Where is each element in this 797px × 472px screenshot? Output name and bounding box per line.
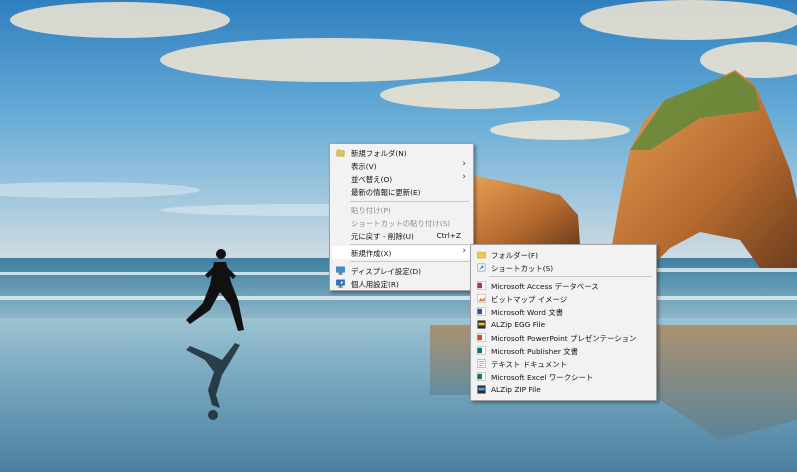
new-folder-icon: [336, 149, 345, 157]
bitmap-icon: [477, 294, 486, 303]
powerpoint-icon: [477, 333, 486, 342]
menu-item-label: 最新の情報に更新(E): [351, 188, 421, 197]
submenu-item-egg-file[interactable]: ALZip EGG File: [473, 318, 654, 331]
menu-item-view[interactable]: 表示(V) ›: [332, 159, 471, 172]
submenu-item-powerpoint[interactable]: Microsoft PowerPoint プレゼンテーション: [473, 331, 654, 344]
submenu-item-label: テキスト ドキュメント: [491, 360, 568, 369]
menu-item-display-settings[interactable]: ディスプレイ設定(D): [332, 264, 471, 277]
menu-item-undo-delete[interactable]: 元に戻す - 削除(U) Ctrl+Z: [332, 229, 471, 242]
display-settings-icon: [336, 266, 345, 275]
menu-separator: [350, 244, 469, 245]
menu-item-paste-shortcut: ショートカットの貼り付け(S): [332, 216, 471, 229]
submenu-item-shortcut[interactable]: ショートカット(S): [473, 261, 654, 274]
submenu-item-bitmap[interactable]: ビットマップ イメージ: [473, 292, 654, 305]
menu-item-label: 新規作成(X): [351, 249, 392, 258]
submenu-item-folder[interactable]: フォルダー(F): [473, 248, 654, 261]
submenu-item-label: Microsoft PowerPoint プレゼンテーション: [491, 334, 637, 343]
access-icon: [477, 281, 486, 290]
new-submenu: フォルダー(F) ショートカット(S) Microsoft Access データ…: [470, 244, 657, 401]
submenu-item-text-document[interactable]: テキスト ドキュメント: [473, 357, 654, 370]
submenu-item-access-database[interactable]: Microsoft Access データベース: [473, 279, 654, 292]
menu-item-label: 表示(V): [351, 162, 377, 171]
excel-icon: [477, 372, 486, 381]
word-icon: [477, 307, 486, 316]
submenu-item-label: フォルダー(F): [491, 251, 538, 260]
personalize-icon: [336, 279, 345, 288]
menu-separator: [489, 276, 652, 277]
menu-item-label: 貼り付け(P): [351, 206, 391, 215]
menu-item-personalize[interactable]: 個人用設定(R): [332, 277, 471, 290]
desktop-context-menu: 新規フォルダ(N) 表示(V) › 並べ替え(O) › 最新の情報に更新(E) …: [329, 143, 474, 291]
submenu-arrow-icon: ›: [462, 159, 466, 169]
submenu-item-label: Microsoft Excel ワークシート: [491, 373, 594, 382]
menu-item-label: ショートカットの貼り付け(S): [351, 219, 451, 228]
menu-item-label: ディスプレイ設定(D): [351, 267, 422, 276]
submenu-item-publisher[interactable]: Microsoft Publisher 文書: [473, 344, 654, 357]
submenu-item-zip-file[interactable]: ALZip ZIP File: [473, 383, 654, 396]
zip-file-icon: [477, 385, 486, 394]
menu-item-new[interactable]: 新規作成(X) ›: [332, 246, 471, 259]
shortcut-label: Ctrl+Z: [436, 231, 461, 240]
menu-item-paste: 貼り付け(P): [332, 203, 471, 216]
text-document-icon: [477, 359, 486, 368]
menu-item-label: 並べ替え(O): [351, 175, 393, 184]
menu-item-new-folder[interactable]: 新規フォルダ(N): [332, 146, 471, 159]
submenu-item-word-document[interactable]: Microsoft Word 文書: [473, 305, 654, 318]
submenu-item-label: ALZip EGG File: [491, 320, 546, 329]
menu-item-refresh[interactable]: 最新の情報に更新(E): [332, 185, 471, 198]
menu-separator: [350, 261, 469, 262]
menu-item-label: 個人用設定(R): [351, 280, 399, 289]
submenu-item-label: ALZip ZIP File: [491, 385, 541, 394]
shortcut-icon: [477, 263, 486, 272]
submenu-item-excel-worksheet[interactable]: Microsoft Excel ワークシート: [473, 370, 654, 383]
publisher-icon: [477, 346, 486, 355]
submenu-item-label: ビットマップ イメージ: [491, 295, 568, 304]
menu-separator: [350, 201, 469, 202]
submenu-item-label: Microsoft Access データベース: [491, 282, 599, 291]
egg-file-icon: [477, 320, 486, 329]
menu-item-sort-by[interactable]: 並べ替え(O) ›: [332, 172, 471, 185]
submenu-item-label: ショートカット(S): [491, 264, 554, 273]
menu-item-label: 新規フォルダ(N): [351, 149, 407, 158]
folder-icon: [477, 251, 486, 259]
submenu-item-label: Microsoft Word 文書: [491, 308, 564, 317]
menu-item-label: 元に戻す - 削除(U): [351, 232, 414, 241]
submenu-arrow-icon: ›: [462, 246, 466, 256]
submenu-arrow-icon: ›: [462, 172, 466, 182]
submenu-item-label: Microsoft Publisher 文書: [491, 347, 579, 356]
